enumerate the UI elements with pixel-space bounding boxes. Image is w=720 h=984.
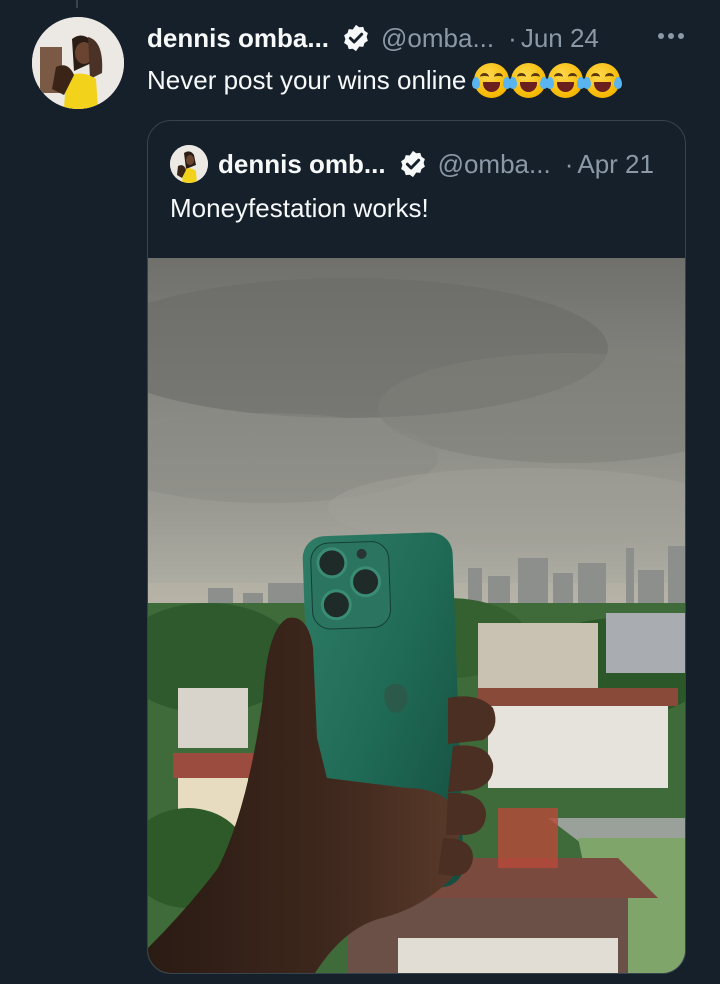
more-options-icon[interactable] [658, 26, 686, 46]
quoted-tweet-card[interactable]: dennis omb... @omba... · Apr 21 Moneyfes… [147, 120, 686, 974]
emoji-row [472, 62, 623, 98]
tears-of-joy-emoji-icon [472, 62, 512, 98]
tweet-text-content: Never post your wins online [147, 64, 467, 95]
tears-of-joy-emoji-icon [546, 62, 586, 98]
quoted-tweet-photo[interactable] [148, 258, 685, 973]
dot-separator: · [564, 148, 574, 179]
dot-separator: · [508, 22, 517, 53]
quoted-tweet-header: dennis omb... @omba... · Apr 21 [170, 144, 665, 184]
quoted-tweet-text: Moneyfestation works! [170, 193, 429, 223]
verified-badge-icon [398, 149, 428, 179]
tears-of-joy-emoji-icon [509, 62, 549, 98]
author-name[interactable]: dennis omba... [147, 23, 329, 54]
author-avatar[interactable] [32, 17, 124, 109]
quoted-author-avatar[interactable] [170, 145, 208, 183]
thread-line [76, 0, 78, 8]
tweet-header: dennis omba... @omba... · Jun 24 [147, 20, 690, 56]
quoted-tweet-date[interactable]: Apr 21 [577, 149, 654, 180]
avatar-image [32, 17, 124, 109]
tweet-text: Never post your wins online [147, 60, 623, 100]
verified-badge-icon [341, 23, 371, 53]
tears-of-joy-emoji-icon [583, 62, 623, 98]
quoted-author-handle[interactable]: @omba... [438, 149, 551, 180]
tweet-date[interactable]: Jun 24 [521, 23, 599, 54]
author-handle[interactable]: @omba... [381, 23, 494, 54]
quoted-author-name[interactable]: dennis omb... [218, 149, 386, 180]
